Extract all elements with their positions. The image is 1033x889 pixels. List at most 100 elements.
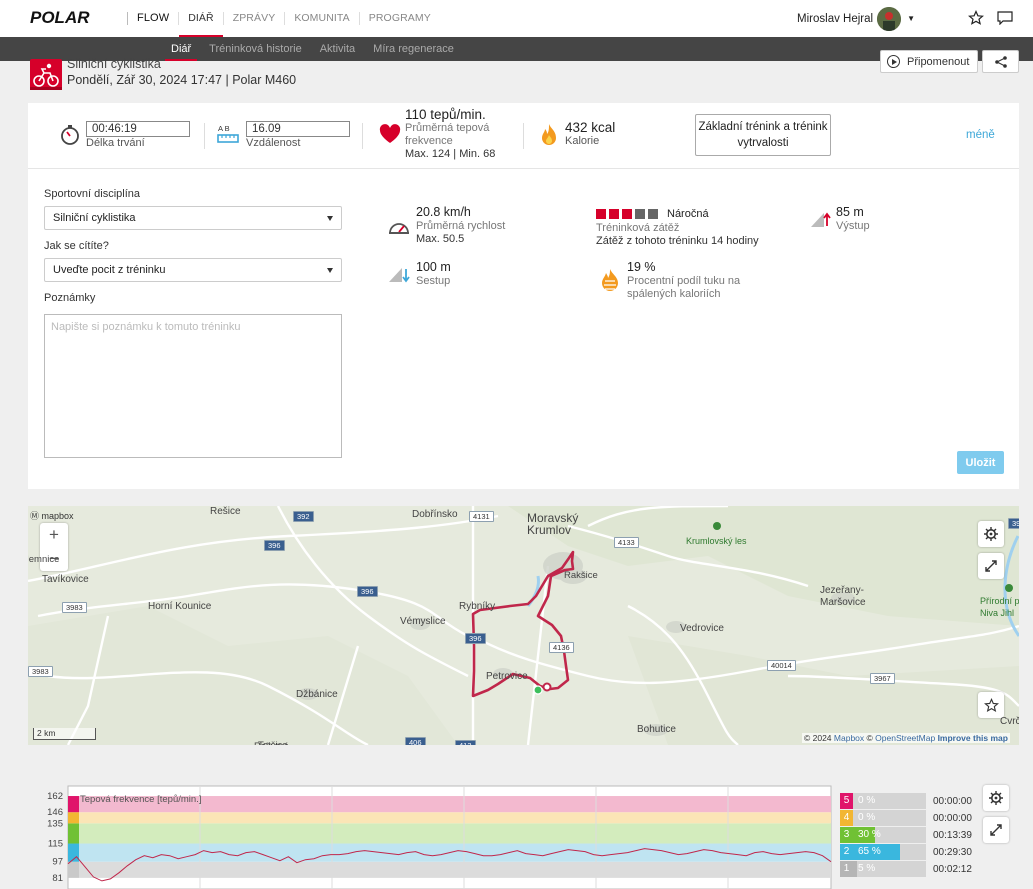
map-place-label: Bohutice: [637, 724, 676, 735]
road-number-label: 40014: [767, 660, 796, 671]
share-button[interactable]: [982, 50, 1019, 73]
map-place-label: Niva Jihl: [980, 608, 1015, 618]
hr-zone-marker: [68, 823, 79, 844]
road-number-label: 396: [357, 586, 378, 597]
map-place-label: Krumlov: [527, 523, 572, 537]
sport-name: Silniční cyklistika: [67, 57, 161, 71]
message-icon[interactable]: [995, 8, 1015, 28]
remind-button[interactable]: Připomenout: [880, 50, 978, 73]
sport-select[interactable]: Silniční cyklistika: [44, 206, 342, 230]
session-panel: 00:46:19 Délka trvání A B 16.09 Vzdáleno…: [28, 103, 1019, 489]
stopwatch-icon: [61, 125, 79, 145]
map-place-label: Krumlovský les: [686, 536, 747, 546]
nav-diary[interactable]: DIÁŘ: [178, 12, 223, 37]
user-menu[interactable]: Miroslav Hejral ▼: [797, 0, 915, 37]
zone-time: 00:13:39: [933, 830, 972, 841]
hr-zone-band: [79, 823, 831, 844]
route-map[interactable]: Ⓜ mapbox + − Dobřínsko Moravský Krumlov Kru…: [28, 506, 1019, 745]
subnav-history[interactable]: Tréninková historie: [200, 43, 311, 55]
load-bar: [609, 209, 619, 219]
road-number-label: 3983: [28, 666, 53, 677]
zoom-in-button[interactable]: +: [40, 523, 68, 547]
chevron-down-icon[interactable]: ▼: [907, 14, 915, 23]
distance-input[interactable]: 16.09: [246, 121, 350, 137]
nav-flow[interactable]: FLOW: [127, 12, 178, 25]
distance-block: A B 16.09 Vzdálenost: [217, 103, 377, 169]
map-place-label: Jezeřany-: [820, 585, 864, 596]
nav-community[interactable]: KOMUNITA: [284, 12, 358, 25]
hr-zone-row: 2 65 %: [840, 844, 926, 860]
road-number-label: 3967: [870, 673, 895, 684]
training-benefit-button[interactable]: Základní trénink a trénink vytrvalosti: [695, 114, 831, 156]
zone-number: 5: [840, 793, 853, 809]
map-place-label: Vedrovice: [680, 623, 724, 634]
map-place-label: Tetčice: [258, 740, 288, 745]
svg-text:POLAR: POLAR: [30, 9, 90, 26]
zone-percentage: 0 %: [858, 812, 876, 823]
map-expand-button[interactable]: [978, 553, 1004, 579]
map-canvas[interactable]: [28, 506, 1019, 745]
nav-programs[interactable]: PROGRAMY: [358, 12, 440, 25]
zone-percentage: 5 %: [858, 863, 876, 874]
hr-zone-row: 4 0 %: [840, 810, 926, 826]
zone-time: 00:29:30: [933, 847, 972, 858]
chart-expand-button[interactable]: [983, 817, 1009, 843]
share-icon: [994, 55, 1007, 68]
mapbox-link[interactable]: Mapbox: [834, 733, 864, 743]
notes-textarea[interactable]: Napište si poznámku k tomuto tréninku: [44, 314, 342, 458]
y-tick-label: 97: [52, 857, 63, 868]
polar-logo[interactable]: POLAR: [30, 9, 122, 26]
subnav-diary[interactable]: Diář: [162, 43, 200, 61]
osm-link[interactable]: OpenStreetMap: [875, 733, 935, 743]
avatar[interactable]: [877, 6, 902, 31]
y-tick-label: 81: [52, 873, 63, 884]
hr-zone-row: 5 0 %: [840, 793, 926, 809]
user-name: Miroslav Hejral: [797, 12, 874, 25]
top-bar: POLAR FLOW DIÁŘ ZPRÁVY KOMUNITA PROGRAMY…: [0, 0, 1033, 37]
main-nav: FLOW DIÁŘ ZPRÁVY KOMUNITA PROGRAMY: [127, 0, 440, 37]
map-place-label: Cvrč: [1000, 716, 1019, 727]
map-favorite-button[interactable]: [978, 692, 1004, 718]
load-bar: [622, 209, 632, 219]
save-button[interactable]: Uložit: [957, 451, 1004, 474]
load-bar: [596, 209, 606, 219]
flame-icon: [542, 124, 556, 145]
heart-rate-chart[interactable]: 162 146135 115 97 81 Tepová frekvence [tepů/m…: [0, 770, 840, 889]
map-attribution: © 2024 Mapbox © OpenStreetMap Improve th…: [802, 733, 1010, 743]
hr-zones-summary: 5 0 % 4 0 % 3 30 % 2 65 % 1 5 %: [840, 793, 926, 877]
descent-icon: [389, 268, 410, 283]
mapbox-logo[interactable]: Ⓜ mapbox: [30, 509, 74, 522]
y-tick-label: 162: [47, 791, 63, 802]
chart-title: Tepová frekvence [tepů/min.]: [80, 794, 201, 805]
subnav-activity[interactable]: Aktivita: [311, 43, 364, 55]
map-place-label: Rešice: [210, 506, 241, 517]
less-link[interactable]: méně: [966, 129, 995, 141]
load-bar: [635, 209, 645, 219]
kcal-value: 432 kcal: [565, 120, 616, 135]
star-icon: [983, 697, 999, 712]
feel-select[interactable]: Uveďte pocit z tréninku: [44, 258, 342, 282]
chart-settings-button[interactable]: [983, 785, 1009, 811]
subnav-recovery[interactable]: Míra regenerace: [364, 43, 463, 55]
zone-time: 00:00:00: [933, 796, 972, 807]
calories-block: 432 kcal Kalorie: [539, 103, 669, 169]
map-place-label: Horní Kounice: [148, 601, 212, 612]
duration-input[interactable]: 00:46:19: [86, 121, 190, 137]
chevron-down-icon: [327, 268, 333, 273]
zone-number: 4: [840, 810, 853, 826]
hr-zone-row: 3 30 %: [840, 827, 926, 843]
duration-block: 00:46:19 Délka trvání: [58, 103, 218, 169]
map-settings-button[interactable]: [978, 521, 1004, 547]
hr-zone-row: 1 5 %: [840, 861, 926, 877]
road-number-label: 396: [264, 540, 285, 551]
zone-number: 3: [840, 827, 853, 843]
star-icon[interactable]: [966, 8, 986, 28]
heart-icon: [379, 124, 401, 143]
sport-select-label: Sportovní disciplína: [44, 188, 140, 200]
gear-icon: [989, 791, 1003, 805]
map-scale: 2 km: [33, 728, 96, 740]
y-tick-label: 135: [47, 818, 63, 829]
nav-reports[interactable]: ZPRÁVY: [222, 12, 285, 25]
improve-map-link[interactable]: Improve this map: [938, 733, 1008, 743]
session-datetime: Pondělí, Zář 30, 2024 17:47 | Polar M460: [67, 73, 297, 87]
